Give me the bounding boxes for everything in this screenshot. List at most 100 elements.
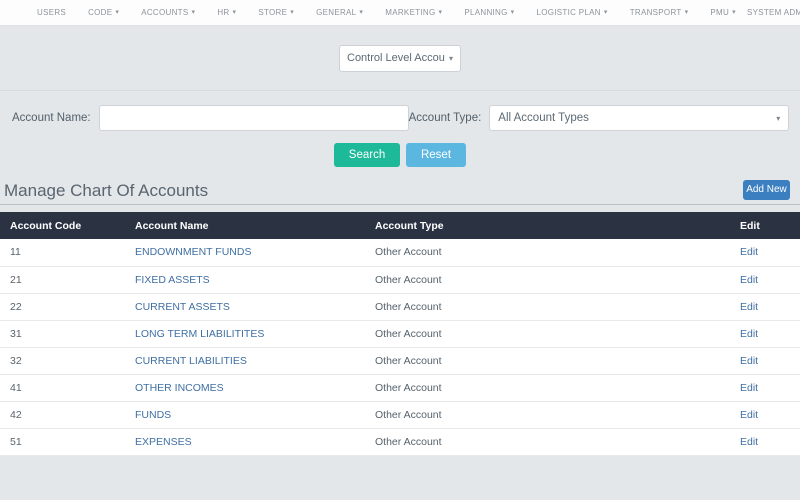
filter-fields-row: Account Name: Account Type: All Account … (12, 105, 790, 131)
cell-account-type: Other Account (365, 320, 730, 348)
nav-item-store[interactable]: STORE ▾ (247, 0, 305, 26)
account-name-link[interactable]: OTHER INCOMES (135, 382, 224, 394)
cell-account-name: FUNDS (125, 401, 365, 429)
reset-button[interactable]: Reset (406, 143, 466, 167)
table-row: 51 EXPENSES Other Account Edit (0, 428, 800, 456)
cell-account-code: 51 (0, 428, 125, 456)
account-name-link[interactable]: LONG TERM LIABILITITES (135, 328, 264, 340)
table-row: 22 CURRENT ASSETS Other Account Edit (0, 293, 800, 321)
cell-account-type: Other Account (365, 293, 730, 321)
chevron-down-icon: ▾ (290, 8, 295, 16)
cell-account-type: Other Account (365, 239, 730, 267)
cell-account-type: Other Account (365, 428, 730, 456)
navbar-user-area: SYSTEM ADMINISTRATOR▾ (747, 0, 800, 26)
account-name-link[interactable]: ENDOWNMENT FUNDS (135, 246, 251, 258)
cell-account-name: CURRENT ASSETS (125, 293, 365, 321)
edit-link[interactable]: Edit (740, 355, 758, 367)
nav-item-label: PLANNING (464, 7, 508, 17)
cell-account-type: Other Account (365, 266, 730, 294)
chevron-down-icon: ▾ (191, 8, 196, 16)
level-selector-bar: Control Level Accounts ▾ (0, 26, 800, 91)
nav-item-label: USERS (37, 7, 67, 17)
edit-link[interactable]: Edit (740, 436, 758, 448)
cell-account-type: Other Account (365, 374, 730, 402)
cell-edit: Edit (730, 293, 800, 321)
add-new-button[interactable]: Add New (743, 180, 790, 200)
search-button[interactable]: Search (334, 143, 400, 167)
chevron-down-icon: ▾ (684, 8, 689, 16)
accounts-table-head: Account Code Account Name Account Type E… (0, 212, 800, 239)
account-name-input[interactable] (98, 105, 409, 131)
nav-item-label: CODE (88, 7, 113, 17)
cell-account-name: LONG TERM LIABILITITES (125, 320, 365, 348)
user-menu-label: SYSTEM ADMINISTRATOR (746, 7, 800, 17)
account-name-label: Account Name: (12, 112, 91, 124)
edit-link[interactable]: Edit (740, 409, 758, 421)
nav-item-label: MARKETING (385, 7, 436, 17)
nav-item-label: LOGISTIC PLAN (536, 7, 601, 17)
cell-edit: Edit (730, 320, 800, 348)
nav-item-marketing[interactable]: MARKETING ▾ (374, 0, 453, 26)
chevron-down-icon: ▾ (438, 8, 443, 16)
nav-item-label: GENERAL (316, 7, 357, 17)
account-name-link[interactable]: CURRENT ASSETS (135, 301, 230, 313)
table-row: 32 CURRENT LIABILITIES Other Account Edit (0, 347, 800, 375)
account-type-selected-value: All Account Types (498, 112, 589, 124)
page-title: Manage Chart Of Accounts (4, 181, 209, 200)
cell-account-name: OTHER INCOMES (125, 374, 365, 402)
nav-item-pmu[interactable]: PMU ▾ (699, 0, 747, 26)
user-menu-system-administrator[interactable]: SYSTEM ADMINISTRATOR▾ (747, 0, 800, 26)
nav-item-label: HR (217, 7, 230, 17)
edit-link[interactable]: Edit (740, 382, 758, 394)
nav-item-accounts[interactable]: ACCOUNTS ▾ (130, 0, 206, 26)
cell-account-code: 41 (0, 374, 125, 402)
top-navbar: USERS CODE ▾ ACCOUNTS ▾ HR ▾ STORE ▾ GENERAL ▾ MARK… (0, 0, 800, 26)
column-header-edit: Edit (730, 212, 800, 239)
table-header-row: Account Code Account Name Account Type E… (0, 212, 800, 239)
account-name-link[interactable]: FUNDS (135, 409, 171, 421)
edit-link[interactable]: Edit (740, 274, 758, 286)
cell-edit: Edit (730, 374, 800, 402)
edit-link[interactable]: Edit (740, 301, 758, 313)
cell-account-code: 21 (0, 266, 125, 294)
column-header-account-name: Account Name (125, 212, 365, 239)
nav-item-label: TRANSPORT (629, 7, 682, 17)
nav-item-planning[interactable]: PLANNING ▾ (453, 0, 525, 26)
nav-item-general[interactable]: GENERAL ▾ (305, 0, 374, 26)
column-header-account-type: Account Type (365, 212, 730, 239)
chevron-down-icon: ▾ (776, 113, 781, 123)
control-level-accounts-select[interactable]: Control Level Accounts ▾ (339, 44, 461, 72)
account-type-select[interactable]: All Account Types ▾ (489, 105, 790, 131)
search-filter-area: Account Name: Account Type: All Account … (0, 91, 800, 167)
control-level-accounts-selected-value: Control Level Accounts (347, 52, 445, 64)
account-name-link[interactable]: EXPENSES (135, 436, 192, 448)
cell-edit: Edit (730, 401, 800, 429)
cell-edit: Edit (730, 266, 800, 294)
navbar-menu-list: USERS CODE ▾ ACCOUNTS ▾ HR ▾ STORE ▾ GENERAL ▾ MARK… (26, 0, 747, 26)
table-row: 11 ENDOWNMENT FUNDS Other Account Edit (0, 239, 800, 267)
table-row: 31 LONG TERM LIABILITITES Other Account Edi… (0, 320, 800, 348)
cell-account-type: Other Account (365, 347, 730, 375)
account-name-link[interactable]: FIXED ASSETS (135, 274, 210, 286)
nav-item-logistic-plan[interactable]: LOGISTIC PLAN ▾ (525, 0, 618, 26)
edit-link[interactable]: Edit (740, 328, 758, 340)
cell-account-name: FIXED ASSETS (125, 266, 365, 294)
nav-item-label: ACCOUNTS (141, 7, 189, 17)
account-type-field-group: Account Type: All Account Types ▾ (409, 105, 790, 131)
chevron-down-icon: ▾ (115, 8, 120, 16)
table-row: 21 FIXED ASSETS Other Account Edit (0, 266, 800, 294)
nav-item-users[interactable]: USERS (26, 0, 77, 26)
column-header-account-code: Account Code (0, 212, 125, 239)
account-name-link[interactable]: CURRENT LIABILITIES (135, 355, 247, 367)
cell-account-name: ENDOWNMENT FUNDS (125, 239, 365, 267)
filter-buttons-row: Search Reset (12, 143, 788, 167)
cell-account-name: EXPENSES (125, 428, 365, 456)
nav-item-transport[interactable]: TRANSPORT ▾ (619, 0, 700, 26)
nav-item-hr[interactable]: HR ▾ (206, 0, 247, 26)
nav-item-code[interactable]: CODE ▾ (77, 0, 130, 26)
edit-link[interactable]: Edit (740, 246, 758, 258)
cell-account-code: 31 (0, 320, 125, 348)
cell-account-type: Other Account (365, 401, 730, 429)
nav-item-label: STORE (258, 7, 288, 17)
table-row: 41 OTHER INCOMES Other Account Edit (0, 374, 800, 402)
